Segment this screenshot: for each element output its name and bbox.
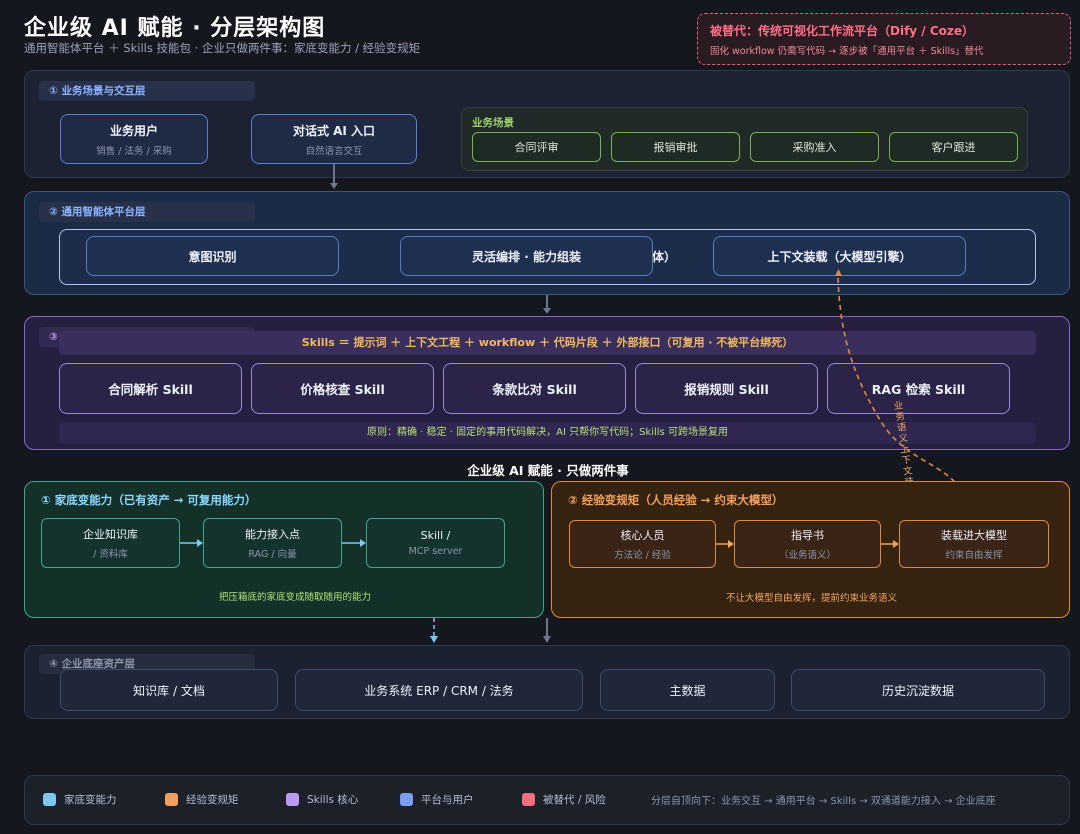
legend-label: Skills 核心	[307, 794, 359, 806]
legend-flow-text: 分层自顶向下：业务交互 → 通用平台 → Skills → 双通道能力接入 → …	[651, 796, 996, 807]
legend: 家底变能力 经验变规矩 Skills 核心 平台与用户 被替代 / 风险 分层自…	[24, 775, 1070, 825]
legend-item: 家底变能力	[43, 792, 117, 807]
legend-item: 经验变规矩	[165, 792, 239, 807]
legend-swatch-icon	[522, 793, 535, 806]
base-asset-node: 主数据	[600, 669, 775, 711]
base-asset-label: 业务系统 ERP / CRM / 法务	[364, 683, 514, 698]
base-asset-node: 历史沉淀数据	[791, 669, 1045, 711]
legend-swatch-icon	[286, 793, 299, 806]
base-asset-node: 业务系统 ERP / CRM / 法务	[295, 669, 583, 711]
legend-label: 平台与用户	[421, 794, 474, 806]
base-asset-node: 知识库 / 文档	[60, 669, 278, 711]
legend-label: 经验变规矩	[186, 794, 239, 806]
legend-label: 家底变能力	[64, 794, 117, 806]
legend-swatch-icon	[400, 793, 413, 806]
legend-label: 被替代 / 风险	[543, 794, 606, 806]
legend-item: 被替代 / 风险	[522, 792, 606, 807]
base-asset-label: 知识库 / 文档	[133, 683, 205, 698]
base-asset-label: 历史沉淀数据	[881, 683, 954, 698]
legend-swatch-icon	[165, 793, 178, 806]
base-asset-label: 主数据	[669, 683, 706, 698]
legend-swatch-icon	[43, 793, 56, 806]
layer-enterprise-base: ④ 企业底座资产层 知识库 / 文档 业务系统 ERP / CRM / 法务 主…	[24, 645, 1070, 719]
legend-item: Skills 核心	[286, 792, 358, 807]
legend-item: 平台与用户	[400, 792, 474, 807]
